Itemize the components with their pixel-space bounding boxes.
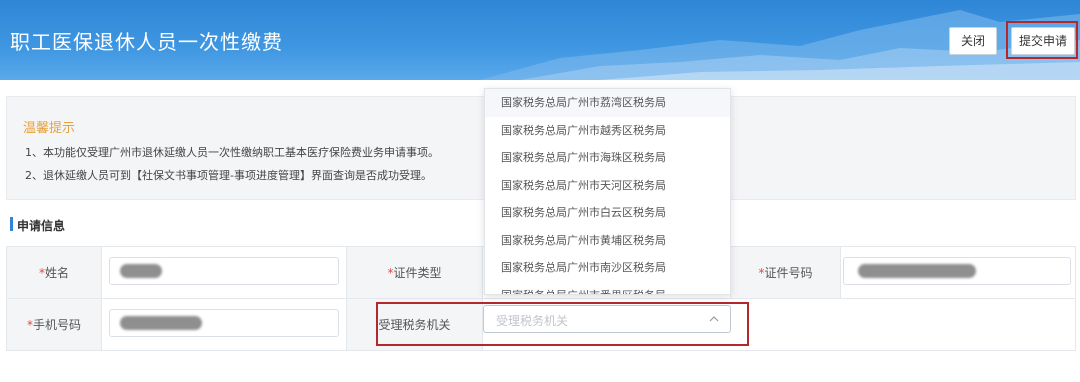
notice-title: 温馨提示	[23, 121, 76, 136]
section-title: 申请信息	[17, 219, 66, 233]
dropdown-option[interactable]: 国家税务总局广州市黄埔区税务局	[485, 227, 730, 255]
id-number-field[interactable]	[843, 257, 1071, 285]
dropdown-option[interactable]: 国家税务总局广州市海珠区税务局	[485, 144, 730, 172]
phone-label: * 手机号码	[6, 299, 102, 351]
redacted-name	[120, 264, 162, 278]
dropdown-option[interactable]: 国家税务总局广州市越秀区税务局	[485, 117, 730, 145]
page-header: 职工医保退休人员一次性缴费	[0, 0, 1080, 80]
name-field[interactable]	[109, 257, 339, 285]
name-label: * 姓名	[6, 247, 102, 299]
dropdown-option[interactable]: 国家税务总局广州市荔湾区税务局	[485, 89, 730, 117]
id-type-label: * 证件类型	[347, 247, 483, 299]
dropdown-option[interactable]: 国家税务总局广州市番禺区税务局	[485, 282, 730, 295]
name-value-cell	[102, 247, 347, 299]
redacted-phone	[120, 316, 202, 330]
tax-office-dropdown: 国家税务总局广州市荔湾区税务局 国家税务总局广州市越秀区税务局 国家税务总局广州…	[484, 88, 731, 295]
close-button[interactable]: 关闭	[949, 27, 997, 55]
id-number-value-cell	[841, 247, 1076, 299]
notice-line-1: 1、本功能仅受理广州市退休延缴人员一次性缴纳职工基本医疗保险费业务申请事项。	[25, 146, 439, 159]
dropdown-option[interactable]: 国家税务总局广州市天河区税务局	[485, 172, 730, 200]
id-number-label: * 证件号码	[731, 247, 841, 299]
tax-office-highlight-box	[376, 302, 749, 346]
page-title: 职工医保退休人员一次性缴费	[10, 30, 283, 54]
phone-field[interactable]	[109, 309, 339, 337]
notice-line-2: 2、退休延缴人员可到【社保文书事项管理-事项进度管理】界面查询是否成功受理。	[25, 169, 432, 182]
phone-value-cell	[102, 299, 347, 351]
dropdown-option[interactable]: 国家税务总局广州市白云区税务局	[485, 199, 730, 227]
submit-button-highlight-box	[1006, 21, 1078, 59]
section-accent-bar	[10, 217, 13, 231]
dropdown-option[interactable]: 国家税务总局广州市南沙区税务局	[485, 254, 730, 282]
redacted-id-number	[858, 264, 976, 278]
